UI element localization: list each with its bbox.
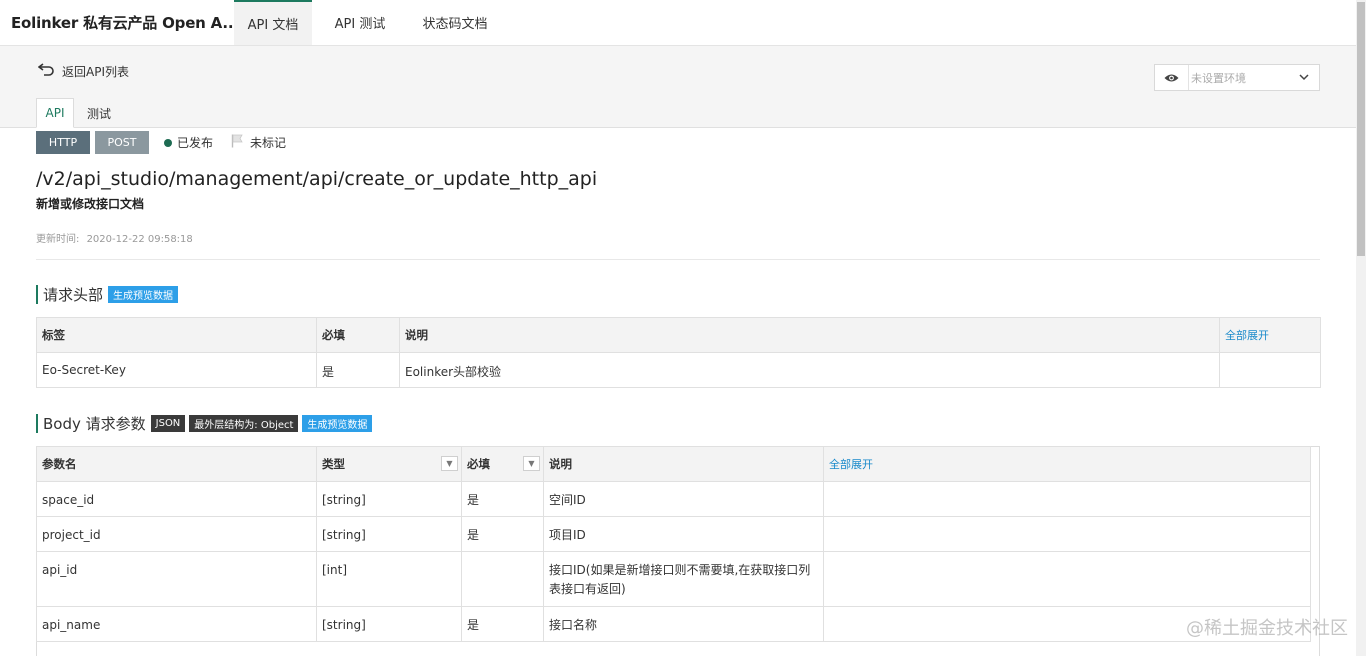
col-header: 参数名 — [36, 446, 317, 482]
table-row: api_name [string] 是 接口名称 — [36, 606, 1311, 642]
api-path: /v2/api_studio/management/api/create_or_… — [36, 168, 598, 190]
cell-desc: 接口ID(如果是新增接口则不需要填,在获取接口列表接口有返回) — [543, 551, 824, 607]
cell-name: api_id — [36, 551, 317, 607]
back-label: 返回API列表 — [62, 64, 129, 79]
updated-label: 更新时间: — [36, 234, 80, 245]
col-header: 必填 — [316, 317, 400, 353]
section-accent-bar — [36, 285, 38, 304]
col-header-label: 类型 — [322, 457, 345, 471]
protocol-badge: HTTP — [36, 131, 90, 154]
cell-name: api_name — [36, 606, 317, 642]
cell-type: [int] — [316, 551, 462, 607]
cell-empty — [823, 516, 1311, 552]
scrollbar-thumb[interactable] — [1357, 2, 1365, 256]
divider — [36, 259, 1320, 260]
mark-toggle[interactable]: 未标记 — [231, 134, 286, 151]
updated-time: 更新时间: 2020-12-22 09:58:18 — [36, 230, 193, 245]
section-accent-bar — [36, 414, 38, 433]
table-header-row: 参数名 类型 ▼ 必填 ▼ 说明 全部展开 — [36, 446, 1311, 482]
cell-name: Eo-Secret-Key — [36, 352, 317, 388]
top-nav: Eolinker 私有云产品 Open A... API 文档 API 测试 状… — [0, 0, 1356, 46]
api-description: 新增或修改接口文档 — [36, 197, 145, 211]
tab-api-docs[interactable]: API 文档 — [234, 0, 312, 45]
detail-tabs: API 测试 — [36, 98, 124, 128]
cell-desc: 空间ID — [543, 481, 824, 517]
status-badge: 已发布 — [164, 134, 213, 151]
col-header-type: 类型 ▼ — [316, 446, 462, 482]
cell-name: project_id — [36, 516, 317, 552]
tab-test[interactable]: 测试 — [74, 98, 124, 128]
expand-all-label[interactable]: 全部展开 — [829, 458, 873, 471]
flag-icon — [231, 134, 244, 151]
generate-preview-button[interactable]: 生成预览数据 — [302, 415, 373, 432]
api-badges: HTTP POST 已发布 未标记 — [36, 131, 286, 154]
filter-dropdown-icon[interactable]: ▼ — [441, 456, 458, 471]
cell-required: 是 — [461, 516, 544, 552]
cell-required: 是 — [461, 481, 544, 517]
environment-select[interactable]: 未设置环境 — [1154, 64, 1320, 91]
cell-empty — [1219, 352, 1321, 388]
col-header: 标签 — [36, 317, 317, 353]
cell-required — [461, 551, 544, 607]
cell-empty — [823, 481, 1311, 517]
brand-title: Eolinker 私有云产品 Open A... — [11, 14, 234, 32]
mark-label: 未标记 — [250, 136, 287, 150]
back-to-list-button[interactable]: 返回API列表 — [37, 62, 129, 80]
structure-tag: 最外层结构为: Object — [189, 415, 299, 432]
chevron-down-icon — [1299, 71, 1319, 84]
cell-name: space_id — [36, 481, 317, 517]
section-title: 请求头部 — [43, 286, 104, 304]
col-header-required: 必填 ▼ — [461, 446, 544, 482]
cell-required: 是 — [461, 606, 544, 642]
request-headers-table: 标签 必填 说明 全部展开 Eo-Secret-Key 是 Eolinker头部… — [36, 317, 1321, 388]
cell-desc: Eolinker头部校验 — [399, 352, 1220, 388]
table-row: api_id [int] 接口ID(如果是新增接口则不需要填,在获取接口列表接口… — [36, 551, 1311, 607]
col-header: 说明 — [543, 446, 824, 482]
request-headers-title: 请求头部 生成预览数据 — [36, 284, 182, 305]
updated-value: 2020-12-22 09:58:18 — [86, 234, 193, 245]
api-subheader: 返回API列表 未设置环境 API 测试 — [0, 46, 1356, 128]
cell-type: [string] — [316, 606, 462, 642]
json-tag: JSON — [150, 415, 186, 432]
cell-type: [string] — [316, 516, 462, 552]
cell-desc: 项目ID — [543, 516, 824, 552]
table-row: project_id [string] 是 项目ID — [36, 516, 1311, 552]
method-badge: POST — [95, 131, 149, 154]
watermark: @稀土掘金技术社区 — [1186, 618, 1348, 639]
expand-all-link[interactable]: 全部展开 — [823, 446, 1311, 482]
table-row: space_id [string] 是 空间ID — [36, 481, 1311, 517]
cell-empty — [823, 551, 1311, 607]
section-title: Body 请求参数 — [43, 415, 146, 433]
environment-value: 未设置环境 — [1191, 71, 1246, 85]
cell-required: 是 — [316, 352, 400, 388]
undo-arrow-icon — [37, 62, 56, 80]
tab-api[interactable]: API — [36, 98, 74, 128]
filter-dropdown-icon[interactable]: ▼ — [523, 456, 540, 471]
body-params-table: 参数名 类型 ▼ 必填 ▼ 说明 全部展开 space_id [string] 是 … — [36, 446, 1311, 642]
body-params-title: Body 请求参数 JSON 最外层结构为: Object 生成预览数据 — [36, 413, 376, 434]
status-label: 已发布 — [177, 136, 214, 150]
generate-preview-button[interactable]: 生成预览数据 — [108, 286, 179, 303]
col-header: 说明 — [399, 317, 1220, 353]
tab-api-test[interactable]: API 测试 — [312, 0, 408, 45]
col-header-label: 必填 — [467, 457, 490, 471]
cell-desc: 接口名称 — [543, 606, 824, 642]
expand-all-link[interactable]: 全部展开 — [1219, 317, 1321, 353]
table-row: Eo-Secret-Key 是 Eolinker头部校验 — [36, 352, 1321, 388]
status-dot-icon — [164, 138, 172, 147]
cell-type: [string] — [316, 481, 462, 517]
expand-all-label[interactable]: 全部展开 — [1225, 329, 1269, 342]
tab-status-code-docs[interactable]: 状态码文档 — [408, 0, 502, 45]
eye-icon — [1155, 65, 1189, 90]
table-header-row: 标签 必填 说明 全部展开 — [36, 317, 1321, 353]
vertical-scrollbar[interactable] — [1356, 0, 1366, 656]
